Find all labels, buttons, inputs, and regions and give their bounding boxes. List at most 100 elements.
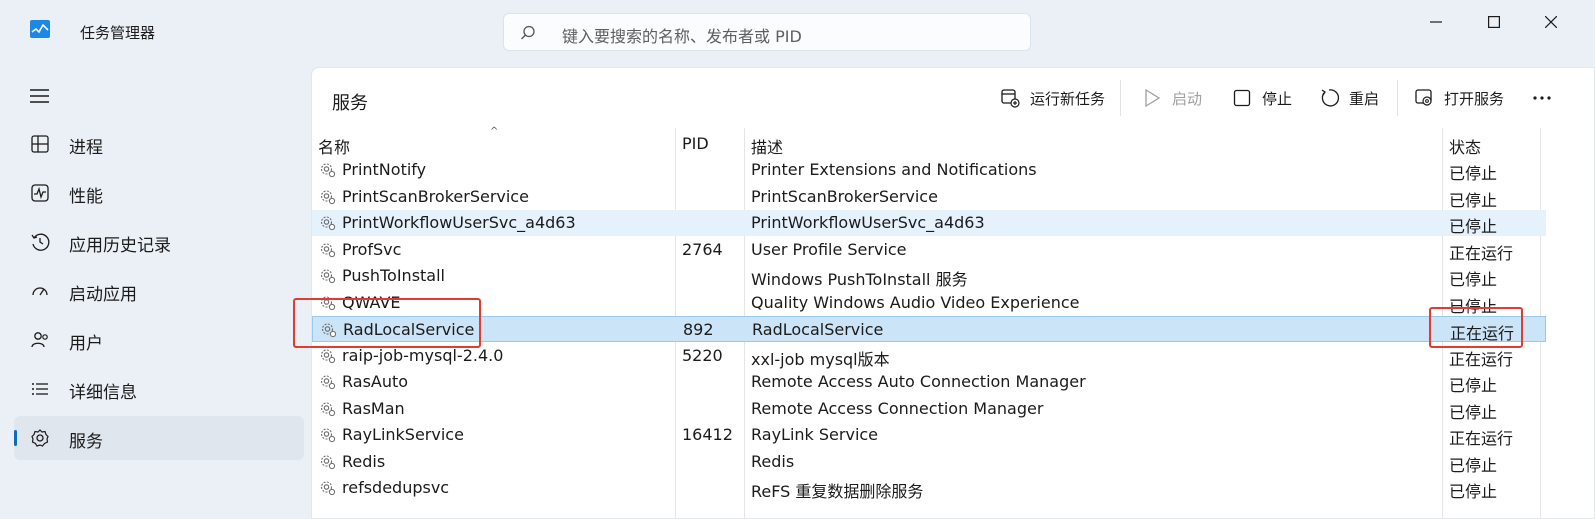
service-gear-icon [320,348,336,363]
toolbar-separator [1397,80,1398,116]
run-new-task-label: 运行新任务 [1030,90,1106,108]
service-pid: 16412 [682,425,733,444]
service-description: PrintWorkflowUserSvc_a4d63 [751,213,985,232]
service-status: 正在运行 [1449,243,1514,263]
service-name: PrintNotify [342,160,427,179]
stop-icon [1233,89,1251,107]
sidebar-item-label: 启动应用 [69,285,137,305]
hamburger-menu-icon[interactable] [30,88,50,104]
service-description: Remote Access Connection Manager [751,398,1044,418]
service-gear-icon [320,454,336,469]
details-icon [32,383,48,395]
active-indicator [14,430,17,446]
sidebar-item-label: 详细信息 [69,383,137,403]
close-button[interactable] [1528,6,1574,38]
service-status: 已停止 [1449,270,1498,289]
service-gear-icon [320,375,336,390]
maximize-button[interactable] [1471,6,1517,38]
sidebar-item-startup-apps[interactable]: 启动应用 [14,269,304,313]
sidebar: 进程 性能 应用历史记录 启动应用 用户 详细信息 服务 [0,62,310,519]
service-status: 已停止 [1449,164,1498,183]
table-row[interactable]: RayLinkService 16412 RayLink Service 正在运行 [312,422,1546,448]
restart-label: 重启 [1349,90,1380,108]
service-gear-icon [320,428,336,443]
stop-button[interactable]: 停止 [1232,82,1302,114]
search-input[interactable]: 键入要搜索的名称、发布者或 PID [503,13,1031,51]
sidebar-item-services[interactable]: 服务 [14,416,304,460]
sidebar-item-label: 服务 [69,432,103,452]
start-label: 启动 [1172,90,1203,108]
service-gear-icon [320,242,336,257]
search-placeholder: 键入要搜索的名称、发布者或 PID [562,27,802,46]
column-header-description[interactable]: 描述 [751,134,783,158]
open-services-button[interactable]: 打开服务 [1414,82,1514,114]
table-row[interactable]: PrintScanBrokerService PrintScanBrokerSer… [312,184,1546,210]
service-pid: 2764 [682,239,723,259]
service-status: 正在运行 [1449,429,1514,448]
restart-icon [1321,89,1339,107]
history-icon [31,233,50,251]
sidebar-item-details[interactable]: 详细信息 [14,367,304,411]
table-row[interactable]: ProfSvc 2764 User Profile Service 正在运行 [312,237,1546,263]
sidebar-item-app-history[interactable]: 应用历史记录 [14,220,304,264]
start-button[interactable]: 启动 [1142,82,1212,114]
service-status: 已停止 [1449,190,1498,210]
service-name: RasMan [342,398,405,418]
service-description: Redis [751,451,795,471]
service-description: xxl-job mysql版本 [751,349,890,369]
service-status: 已停止 [1449,482,1498,501]
table-row[interactable]: PushToInstall Windows PushToInstall 服务 已停止 [312,263,1546,289]
service-gear-icon [320,269,336,284]
run-new-task-icon [1001,89,1020,108]
table-row[interactable]: QWAVE Quality Windows Audio Video Experie… [312,290,1546,316]
more-options-button[interactable] [1532,82,1562,114]
service-name: raip-job-mysql-2.4.0 [342,345,504,365]
sidebar-item-label: 进程 [69,138,103,158]
maximize-icon [1488,16,1500,28]
page-title: 服务 [332,93,368,114]
service-description: RayLink Service [751,425,879,444]
run-new-task-button[interactable]: 运行新任务 [1000,82,1115,114]
sort-ascending-icon[interactable]: ^ [490,126,498,137]
service-name: Redis [342,451,386,471]
restart-button[interactable]: 重启 [1319,82,1389,114]
table-row[interactable]: RasMan Remote Access Connection Manager 已停… [312,396,1546,422]
service-status: 已停止 [1449,455,1498,475]
search-icon [521,25,535,40]
toolbar-separator [1120,80,1121,116]
table-row[interactable]: refsdedupsvc ReFS 重复数据删除服务 已停止 [312,475,1546,501]
minimize-button[interactable] [1413,6,1459,38]
sidebar-item-users[interactable]: 用户 [14,318,304,362]
table-row[interactable]: PrintNotify Printer Extensions and Notifi… [312,157,1546,183]
app-title: 任务管理器 [80,24,156,42]
sidebar-item-processes[interactable]: 进程 [14,122,304,166]
minimize-icon [1430,21,1442,23]
service-description: Windows PushToInstall 服务 [751,270,968,289]
service-description: PrintScanBrokerService [751,186,938,206]
service-name: RasAuto [342,372,409,391]
close-icon [1545,16,1557,28]
service-gear-icon [320,163,336,178]
play-icon [1145,88,1161,108]
service-name: refsdedupsvc [342,478,450,497]
table-row[interactable]: Redis Redis 已停止 [312,449,1546,475]
service-name: PrintScanBrokerService [342,186,529,206]
more-icon [1533,96,1551,100]
column-header-status[interactable]: 状态 [1449,134,1481,158]
service-description: Quality Windows Audio Video Experience [751,292,1080,312]
stop-label: 停止 [1262,90,1293,108]
table-row[interactable]: RasAuto Remote Access Auto Connection Man… [312,369,1546,395]
table-header: ^ 名称 PID 描述 状态 [312,126,1595,157]
column-header-pid[interactable]: PID [682,134,709,153]
sidebar-item-label: 性能 [69,187,103,207]
table-row[interactable]: raip-job-mysql-2.4.0 5220 xxl-job mysql版本 正… [312,343,1546,369]
sidebar-item-performance[interactable]: 性能 [14,171,304,215]
table-row[interactable]: RadLocalService 892 RadLocalService 正在运行 [312,316,1546,343]
service-description: User Profile Service [751,239,907,259]
service-gear-icon [320,216,336,231]
sidebar-item-label: 用户 [69,334,103,354]
table-row[interactable]: PrintWorkflowUserSvc_a4d63 PrintWorkflowU… [312,210,1546,236]
service-name: PushToInstall [342,266,445,285]
column-header-name[interactable]: 名称 [318,134,350,158]
service-gear-icon [320,189,336,204]
